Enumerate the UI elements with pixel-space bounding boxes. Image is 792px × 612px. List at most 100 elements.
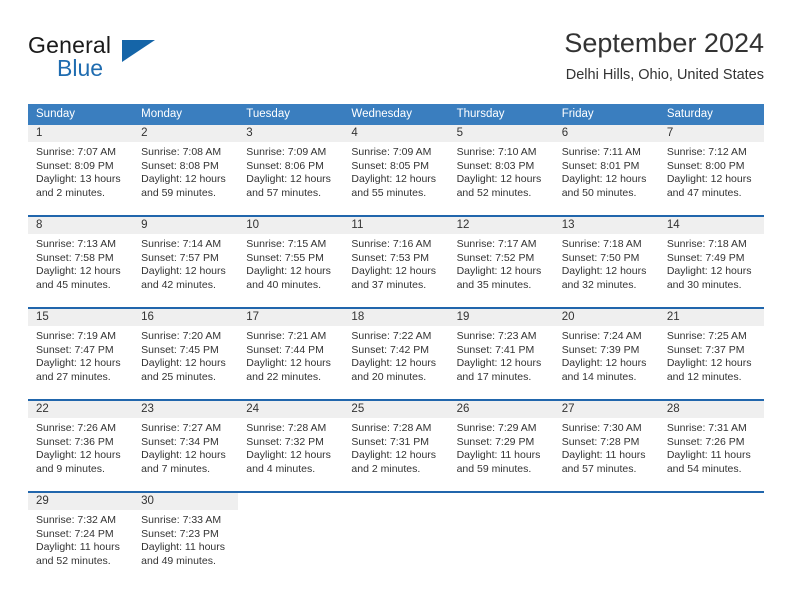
day-cell[interactable]: 9 Sunrise: 7:14 AM Sunset: 7:57 PM Dayli… [133,217,239,299]
day-cell[interactable]: 8 Sunrise: 7:13 AM Sunset: 7:58 PM Dayli… [28,217,134,299]
daylight-text-line1: Daylight: 12 hours [456,173,542,186]
sunset-text: Sunset: 7:28 PM [561,435,640,448]
day-details: Sunrise: 7:31 AM Sunset: 7:26 PM Dayligh… [658,418,764,477]
week-row: 29 Sunrise: 7:32 AM Sunset: 7:24 PM Dayl… [28,491,764,575]
day-number: 20 [553,309,659,326]
day-cell[interactable]: 18 Sunrise: 7:22 AM Sunset: 7:42 PM Dayl… [343,309,449,391]
day-cell[interactable]: 22 Sunrise: 7:26 AM Sunset: 7:36 PM Dayl… [28,401,134,483]
weekday-header-monday: Monday [141,108,183,120]
day-number: 5 [448,125,554,142]
daylight-text-line2: and 47 minutes. [666,186,742,199]
sunset-text: Sunset: 7:45 PM [141,343,219,356]
day-cell[interactable]: 2 Sunrise: 7:08 AM Sunset: 8:08 PM Dayli… [133,125,239,207]
week-row: 1 Sunrise: 7:07 AM Sunset: 8:09 PM Dayli… [28,125,764,207]
daylight-text-line2: and 25 minutes. [141,370,216,383]
daylight-text-line2: and 22 minutes. [246,370,321,383]
sunrise-text: Sunrise: 7:08 AM [141,146,222,158]
day-cell[interactable]: 25 Sunrise: 7:28 AM Sunset: 7:31 PM Dayl… [343,401,449,483]
day-number: 3 [238,125,344,142]
sunset-text: Sunset: 7:23 PM [141,527,219,540]
day-cell[interactable]: 14 Sunrise: 7:18 AM Sunset: 7:49 PM Dayl… [658,217,764,299]
daylight-text-line1: Daylight: 12 hours [561,173,647,186]
daylight-text-line2: and 42 minutes. [141,278,216,291]
sunset-text: Sunset: 8:05 PM [351,159,430,172]
sunset-text: Sunset: 7:37 PM [666,343,745,356]
day-number [659,493,764,510]
day-cell-empty [449,493,554,575]
day-details: Sunrise: 7:18 AM Sunset: 7:50 PM Dayligh… [553,234,659,293]
day-cell[interactable]: 23 Sunrise: 7:27 AM Sunset: 7:34 PM Dayl… [133,401,239,483]
day-details: Sunrise: 7:22 AM Sunset: 7:42 PM Dayligh… [343,326,449,385]
day-number: 1 [28,125,134,142]
day-cell[interactable]: 29 Sunrise: 7:32 AM Sunset: 7:24 PM Dayl… [28,493,134,575]
day-details: Sunrise: 7:12 AM Sunset: 8:00 PM Dayligh… [658,142,764,201]
day-cell[interactable]: 5 Sunrise: 7:10 AM Sunset: 8:03 PM Dayli… [448,125,554,207]
sunrise-text: Sunrise: 7:10 AM [456,146,537,158]
daylight-text-line1: Daylight: 11 hours [141,541,225,554]
day-number: 29 [28,493,134,510]
daylight-text-line2: and 30 minutes. [666,278,742,291]
day-cell[interactable]: 16 Sunrise: 7:20 AM Sunset: 7:45 PM Dayl… [133,309,239,391]
sunset-text: Sunset: 7:47 PM [36,343,114,356]
sunset-text: Sunset: 7:32 PM [246,435,324,448]
brand-logo[interactable]: General Blue [28,32,268,88]
sunrise-text: Sunrise: 7:11 AM [561,146,641,158]
day-cell[interactable]: 20 Sunrise: 7:24 AM Sunset: 7:39 PM Dayl… [553,309,659,391]
day-cell[interactable]: 11 Sunrise: 7:16 AM Sunset: 7:53 PM Dayl… [343,217,449,299]
daylight-text-line2: and 52 minutes. [456,186,532,199]
daylight-text-line1: Daylight: 13 hours [36,173,121,186]
daylight-text-line2: and 2 minutes. [36,186,105,199]
calendar-page: General Blue September 2024 Delhi Hills,… [0,0,792,612]
weekday-header-tuesday: Tuesday [246,108,290,120]
day-cell[interactable]: 24 Sunrise: 7:28 AM Sunset: 7:32 PM Dayl… [238,401,344,483]
day-number: 22 [28,401,134,418]
daylight-text-line1: Daylight: 12 hours [561,265,647,278]
day-cell[interactable]: 4 Sunrise: 7:09 AM Sunset: 8:05 PM Dayli… [343,125,449,207]
daylight-text-line2: and 50 minutes. [561,186,637,199]
day-number: 27 [553,401,659,418]
day-cell[interactable]: 30 Sunrise: 7:33 AM Sunset: 7:23 PM Dayl… [133,493,239,575]
day-cell[interactable]: 10 Sunrise: 7:15 AM Sunset: 7:55 PM Dayl… [238,217,344,299]
day-number [449,493,554,510]
daylight-text-line1: Daylight: 12 hours [141,173,226,186]
day-number: 11 [343,217,449,234]
page-title: September 2024 [564,28,764,58]
day-cell[interactable]: 27 Sunrise: 7:30 AM Sunset: 7:28 PM Dayl… [553,401,659,483]
day-cell[interactable]: 12 Sunrise: 7:17 AM Sunset: 7:52 PM Dayl… [448,217,554,299]
day-number: 10 [238,217,344,234]
sunrise-text: Sunrise: 7:28 AM [351,422,432,434]
daylight-text-line2: and 9 minutes. [36,462,105,475]
day-cell[interactable]: 17 Sunrise: 7:21 AM Sunset: 7:44 PM Dayl… [238,309,344,391]
day-cell[interactable]: 3 Sunrise: 7:09 AM Sunset: 8:06 PM Dayli… [238,125,344,207]
day-cell[interactable]: 7 Sunrise: 7:12 AM Sunset: 8:00 PM Dayli… [658,125,764,207]
daylight-text-line1: Daylight: 12 hours [141,357,226,370]
day-cell[interactable]: 21 Sunrise: 7:25 AM Sunset: 7:37 PM Dayl… [658,309,764,391]
daylight-text-line2: and 54 minutes. [666,462,742,475]
sunset-text: Sunset: 8:06 PM [246,159,324,172]
daylight-text-line1: Daylight: 12 hours [666,357,752,370]
sunset-text: Sunset: 7:58 PM [36,251,114,264]
day-cell[interactable]: 6 Sunrise: 7:11 AM Sunset: 8:01 PM Dayli… [553,125,659,207]
day-number [343,493,448,510]
daylight-text-line2: and 2 minutes. [351,462,421,475]
day-cell[interactable]: 1 Sunrise: 7:07 AM Sunset: 8:09 PM Dayli… [28,125,134,207]
day-cell[interactable]: 15 Sunrise: 7:19 AM Sunset: 7:47 PM Dayl… [28,309,134,391]
day-cell[interactable]: 13 Sunrise: 7:18 AM Sunset: 7:50 PM Dayl… [553,217,659,299]
sunrise-text: Sunrise: 7:24 AM [561,330,642,342]
sunrise-text: Sunrise: 7:09 AM [246,146,327,158]
day-number: 24 [238,401,344,418]
sunrise-text: Sunrise: 7:18 AM [561,238,642,250]
title-block: September 2024 Delhi Hills, Ohio, United… [564,26,764,85]
day-details: Sunrise: 7:27 AM Sunset: 7:34 PM Dayligh… [133,418,239,477]
day-details: Sunrise: 7:16 AM Sunset: 7:53 PM Dayligh… [343,234,449,293]
day-cell[interactable]: 19 Sunrise: 7:23 AM Sunset: 7:41 PM Dayl… [448,309,554,391]
daylight-text-line1: Daylight: 12 hours [141,449,226,462]
day-cell[interactable]: 28 Sunrise: 7:31 AM Sunset: 7:26 PM Dayl… [658,401,764,483]
day-details: Sunrise: 7:17 AM Sunset: 7:52 PM Dayligh… [448,234,554,293]
sunrise-text: Sunrise: 7:19 AM [36,330,116,342]
sunset-text: Sunset: 7:24 PM [36,527,114,540]
day-details: Sunrise: 7:18 AM Sunset: 7:49 PM Dayligh… [658,234,764,293]
day-cell-empty [343,493,448,575]
day-cell[interactable]: 26 Sunrise: 7:29 AM Sunset: 7:29 PM Dayl… [448,401,554,483]
daylight-text-line1: Daylight: 12 hours [666,173,752,186]
